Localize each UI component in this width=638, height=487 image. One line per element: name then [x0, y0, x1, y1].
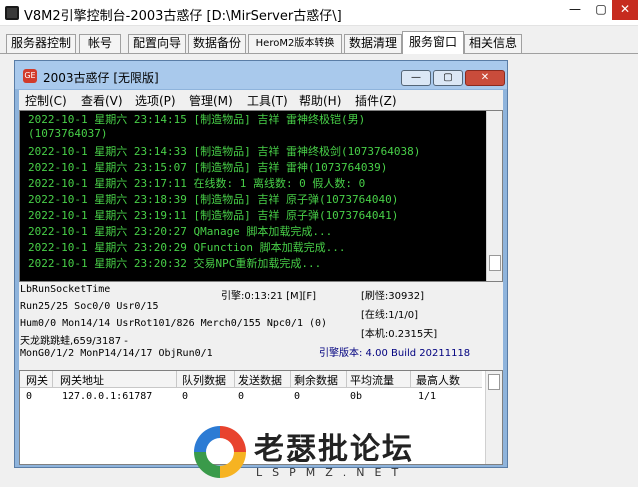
- log-line: 2022-10-1 星期六 23:20:29 QFunction 脚本加载完成.…: [28, 241, 346, 254]
- column-header[interactable]: 最高人数: [416, 372, 460, 388]
- menu-tools[interactable]: 工具(T): [247, 92, 288, 109]
- console-scroll-thumb[interactable]: [489, 255, 501, 271]
- column-divider: [52, 371, 53, 388]
- app-icon: [5, 6, 19, 20]
- status-engine-time: 引擎:0:13:21 [M][F]: [221, 291, 317, 302]
- log-line: 2022-10-1 星期六 23:14:15 [制造物品] 吉祥 雷神终极铠(男…: [28, 113, 366, 126]
- log-line: 2022-10-1 星期六 23:19:11 [制造物品] 吉祥 原子弹(107…: [28, 209, 399, 222]
- tab-strip: 服务器控制 帐号 配置向导 数据备份 HeroM2版本转换 数据清理 服务窗口 …: [0, 26, 638, 54]
- log-console[interactable]: 2022-10-1 星期六 23:14:15 [制造物品] 吉祥 雷神终极铠(男…: [19, 110, 503, 282]
- column-header[interactable]: 发送数据: [238, 372, 282, 388]
- service-close-button[interactable]: ✕: [465, 70, 505, 86]
- table-scrollbar[interactable]: [485, 371, 502, 464]
- service-minimize-button[interactable]: —: [401, 70, 431, 86]
- minimize-button[interactable]: —: [562, 0, 588, 20]
- watermark: 老瑟批论坛 LSPMZ.NET: [190, 420, 470, 487]
- column-divider: [176, 371, 177, 388]
- status-hum-line: Hum0/0 Mon14/14 UsrRot101/826 Merch0/155…: [20, 318, 328, 329]
- status-local: [本机:0.2315天]: [361, 329, 438, 340]
- table-scroll-thumb[interactable]: [488, 374, 500, 390]
- console-scrollbar[interactable]: [486, 111, 502, 281]
- column-header[interactable]: 队列数据: [182, 372, 226, 388]
- log-line: 2022-10-1 星期六 23:17:11 在线数: 1 离线数: 0 假人数…: [28, 177, 366, 190]
- menu-view[interactable]: 查看(V): [81, 92, 123, 109]
- table-cell: 1/1: [418, 391, 437, 402]
- tab-server-control[interactable]: 服务器控制: [6, 34, 76, 53]
- table-cell: 0: [182, 391, 189, 402]
- menu-control[interactable]: 控制(C): [25, 92, 67, 109]
- column-divider: [410, 371, 411, 388]
- watermark-text: 老瑟批论坛: [254, 432, 414, 467]
- column-header[interactable]: 网关地址: [60, 372, 104, 388]
- window-title: V8M2引擎控制台-2003古惑仔 [D:\MirServer古惑仔\]: [24, 9, 342, 24]
- service-window-title: 2003古惑仔 [无限版]: [43, 71, 159, 85]
- menu-help[interactable]: 帮助(H): [299, 92, 341, 109]
- watermark-logo: [194, 426, 246, 478]
- status-lb-run: LbRunSocketTime: [20, 284, 111, 295]
- service-window-title-bar[interactable]: GE 2003古惑仔 [无限版] — ▢ ✕: [15, 61, 507, 89]
- tab-data-cleanup[interactable]: 数据清理: [344, 34, 402, 53]
- column-divider: [234, 371, 235, 388]
- table-cell: 0: [294, 391, 301, 402]
- status-panel: LbRunSocketTime 引擎:0:13:21 [M][F] [刷怪:30…: [19, 282, 503, 370]
- tab-related-info[interactable]: 相关信息: [464, 34, 522, 53]
- log-line: 2022-10-1 星期六 23:18:39 [制造物品] 吉祥 原子弹(107…: [28, 193, 399, 206]
- log-line: 2022-10-1 星期六 23:20:32 交易NPC重新加载完成...: [28, 257, 322, 270]
- menu-plugins[interactable]: 插件(Z): [355, 92, 397, 109]
- log-line: 2022-10-1 星期六 23:20:27 QManage 脚本加载完成...: [28, 225, 333, 238]
- table-cell: 127.0.0.1:61787: [62, 391, 153, 402]
- log-line: (1073764037): [28, 127, 108, 140]
- log-line: 2022-10-1 星期六 23:14:33 [制造物品] 吉祥 雷神终极剑(1…: [28, 145, 421, 158]
- watermark-subtext: LSPMZ.NET: [256, 466, 409, 479]
- tab-data-backup[interactable]: 数据备份: [188, 34, 246, 53]
- game-engine-icon: GE: [23, 69, 37, 83]
- table-cell: 0: [238, 391, 245, 402]
- status-refresh-monsters: [刷怪:30932]: [361, 291, 424, 302]
- menu-manage[interactable]: 管理(M): [189, 92, 233, 109]
- column-header[interactable]: 剩余数据: [294, 372, 338, 388]
- status-online: [在线:1/1/0]: [361, 310, 418, 321]
- tab-service-window[interactable]: 服务窗口: [402, 31, 464, 54]
- maximize-button[interactable]: ▢: [588, 0, 614, 20]
- menu-bar: 控制(C) 查看(V) 选项(P) 管理(M) 工具(T) 帮助(H) 插件(Z…: [19, 90, 503, 110]
- column-header[interactable]: 平均流量: [350, 372, 394, 388]
- table-cell: 0b: [350, 391, 363, 402]
- status-run-line: Run25/25 Soc0/0 Usr0/15: [20, 301, 159, 312]
- tab-account[interactable]: 帐号: [79, 34, 121, 53]
- service-maximize-button[interactable]: ▢: [433, 70, 463, 86]
- tab-config-wizard[interactable]: 配置向导: [128, 34, 186, 53]
- status-mon-line: MonG0/1/2 MonP14/14/17 ObjRun0/1: [20, 348, 213, 359]
- status-player: 天龙跳跳蛙,659/3187 -: [20, 336, 128, 347]
- tab-herom2-convert[interactable]: HeroM2版本转换: [248, 34, 342, 53]
- status-engine-version: 引擎版本: 4.00 Build 20211118: [319, 348, 471, 359]
- menu-options[interactable]: 选项(P): [135, 92, 176, 109]
- column-divider: [346, 371, 347, 388]
- app-title-bar: V8M2引擎控制台-2003古惑仔 [D:\MirServer古惑仔\] — ▢…: [0, 0, 638, 26]
- column-divider: [290, 371, 291, 388]
- log-line: 2022-10-1 星期六 23:15:07 [制造物品] 吉祥 雷神(1073…: [28, 161, 388, 174]
- table-cell: 0: [26, 391, 33, 402]
- column-header[interactable]: 网关: [26, 372, 48, 388]
- service-window: GE 2003古惑仔 [无限版] — ▢ ✕ 控制(C) 查看(V) 选项(P)…: [14, 60, 508, 468]
- close-button[interactable]: ✕: [612, 0, 638, 20]
- table-header: 网关 网关地址 队列数据 发送数据 剩余数据 平均流量 最高人数: [20, 371, 482, 388]
